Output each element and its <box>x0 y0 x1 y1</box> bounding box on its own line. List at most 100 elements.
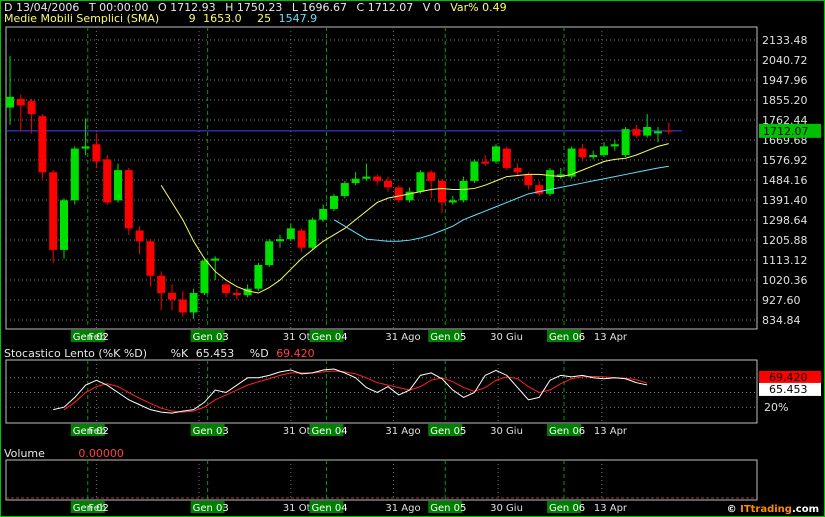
date-label: 30 Giu <box>490 426 523 437</box>
date-label: Feb <box>88 332 106 343</box>
price-tick-label: 1298.64 <box>762 214 808 227</box>
date-label: Gen 06 <box>549 332 585 343</box>
date-label: Gen 05 <box>430 503 466 514</box>
candle-body <box>373 176 382 181</box>
candle-body <box>265 241 274 265</box>
candle-body <box>578 148 587 158</box>
price-tick-label: 1855.20 <box>762 94 808 107</box>
candle-body <box>664 130 673 132</box>
candle-body <box>589 155 598 158</box>
candle-body <box>513 167 522 173</box>
stoch-level-label: 20% <box>764 401 788 414</box>
candlestick-chart: 2133.482040.721947.961855.201762.441669.… <box>5 26 821 514</box>
candle-body <box>481 161 490 164</box>
sma25-line <box>333 165 669 242</box>
candle-body <box>103 159 112 203</box>
price-tick-label: 1947.96 <box>762 74 808 87</box>
candle-body <box>6 96 14 108</box>
candle-body <box>211 258 220 261</box>
date-label: 13 Apr <box>594 503 628 514</box>
candle-body <box>200 260 209 294</box>
candle-body <box>394 187 403 201</box>
date-label: Gen 04 <box>311 503 347 514</box>
candle-body <box>276 239 284 242</box>
candle-body <box>135 230 144 242</box>
candle-body <box>49 172 58 250</box>
candle-body <box>178 299 187 313</box>
panel-border-1 <box>5 359 758 424</box>
date-label: 31 Ago <box>385 503 420 514</box>
price-tick-label: 2040.72 <box>762 54 808 67</box>
candle-body <box>470 161 479 181</box>
date-label: 30 Giu <box>490 503 523 514</box>
candle-body <box>16 98 25 106</box>
watermark: © ITtrading.com <box>727 504 819 515</box>
candle-body <box>60 200 68 250</box>
stoch-k-line <box>53 368 648 414</box>
date-label: Feb <box>88 503 106 514</box>
candle-body <box>621 129 630 156</box>
date-label: 31 Ago <box>385 426 420 437</box>
price-tick-label: 927.60 <box>762 294 801 307</box>
price-tick-label: 1113.12 <box>762 254 808 267</box>
candle-body <box>567 148 576 177</box>
price-tick-label: 1020.36 <box>762 274 808 287</box>
candle-body <box>70 148 79 201</box>
price-tick-label: 1391.40 <box>762 194 808 207</box>
candle-body <box>330 195 338 209</box>
candle-body <box>654 131 662 134</box>
candle-body <box>297 230 306 248</box>
candle-body <box>254 264 263 289</box>
date-label: Gen 04 <box>311 426 347 437</box>
price-tick-label: 1484.16 <box>762 174 808 187</box>
candle-body <box>319 208 328 220</box>
date-label: 13 Apr <box>594 426 628 437</box>
stoch-d-line <box>63 370 648 413</box>
stoch-k-box-label: 65.453 <box>769 383 808 396</box>
candle-body <box>114 170 122 201</box>
candle-body <box>416 172 425 192</box>
price-tick-label: 2133.48 <box>762 34 808 47</box>
candle-body <box>459 180 468 201</box>
panel-border-2 <box>5 459 758 501</box>
date-label: 30 Giu <box>490 332 523 343</box>
candle-body <box>340 183 349 196</box>
date-label: Gen 06 <box>549 503 585 514</box>
candle-body <box>92 144 101 162</box>
date-label: 13 Apr <box>594 332 628 343</box>
candle-body <box>157 275 166 294</box>
price-tick-label: 1205.88 <box>762 234 808 247</box>
price-tick-label: 1576.92 <box>762 154 808 167</box>
sma9-line <box>160 143 669 294</box>
watermark-brand: ITtrading <box>740 504 792 515</box>
date-label: 31 Ago <box>385 332 420 343</box>
candle-body <box>492 146 500 162</box>
candle-body <box>632 129 641 136</box>
date-label: Gen 04 <box>311 332 347 343</box>
date-label: Gen 03 <box>193 426 229 437</box>
candle-body <box>222 284 230 294</box>
candle-body <box>286 228 295 240</box>
candle-body <box>384 180 392 188</box>
date-label: Gen 06 <box>549 426 585 437</box>
candle-body <box>351 178 360 184</box>
date-label: Gen 03 <box>193 503 229 514</box>
date-label: Feb <box>88 426 106 437</box>
watermark-prefix: © <box>726 504 741 515</box>
last-price-label: 1712.07 <box>763 125 809 138</box>
candle-body <box>168 293 176 300</box>
candle-body <box>362 176 371 179</box>
candle-body <box>643 126 652 136</box>
candle-body <box>146 241 155 276</box>
candle-body <box>448 200 457 203</box>
candle-body <box>189 293 198 313</box>
candle-body <box>524 174 533 186</box>
candle-body <box>427 172 436 181</box>
candle-body <box>81 146 90 149</box>
price-tick-label: 834.84 <box>762 314 801 327</box>
candle-body <box>27 101 36 115</box>
candle-body <box>38 116 47 173</box>
candle-body <box>502 148 511 168</box>
candle-body <box>438 180 446 203</box>
date-label: Gen 05 <box>430 426 466 437</box>
